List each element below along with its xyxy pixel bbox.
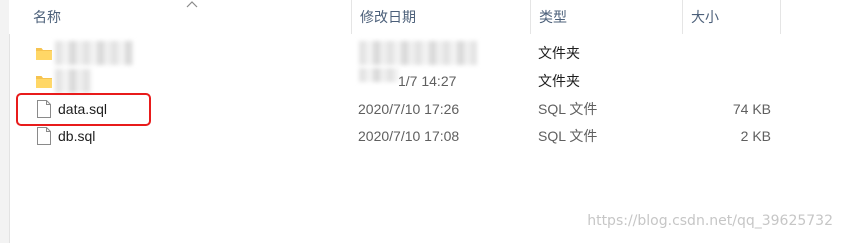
folder-icon: [36, 76, 52, 88]
column-header-divider: [780, 0, 781, 34]
row-type: SQL 文件: [538, 128, 598, 144]
redacted-modified-date: [359, 68, 399, 82]
column-header-name[interactable]: 名称: [25, 0, 351, 34]
column-header-bar: 名称 修改日期 类型 大小: [9, 0, 843, 34]
file-list-row[interactable]: 文件夹: [9, 40, 843, 67]
folder-icon: [36, 48, 52, 60]
row-name: db.sql: [58, 128, 96, 144]
row-type: 文件夹: [538, 73, 580, 89]
redacted-modified-date: [359, 41, 477, 65]
column-header-type[interactable]: 类型: [530, 0, 682, 34]
watermark-text: https://blog.csdn.net/qq_39625732: [587, 213, 833, 229]
file-list-row[interactable]: 1/7 14:27 文件夹: [9, 68, 843, 95]
row-size: 74 KB: [732, 101, 771, 117]
file-list-row[interactable]: db.sql 2020/7/10 17:08 SQL 文件 2 KB: [9, 123, 843, 150]
row-modified: 2020/7/10 17:26: [358, 101, 460, 117]
row-type: 文件夹: [538, 45, 580, 61]
row-size: 2 KB: [740, 128, 771, 144]
column-header-modified[interactable]: 修改日期: [351, 0, 531, 34]
redacted-folder-name: [55, 41, 133, 65]
highlight-annotation: [16, 93, 151, 126]
row-modified: 2020/7/10 17:08: [358, 128, 460, 144]
column-header-size[interactable]: 大小: [682, 0, 782, 34]
redacted-folder-name: [55, 69, 91, 93]
row-type: SQL 文件: [538, 101, 598, 117]
row-modified: 1/7 14:27: [398, 73, 457, 89]
file-icon: [37, 127, 51, 145]
